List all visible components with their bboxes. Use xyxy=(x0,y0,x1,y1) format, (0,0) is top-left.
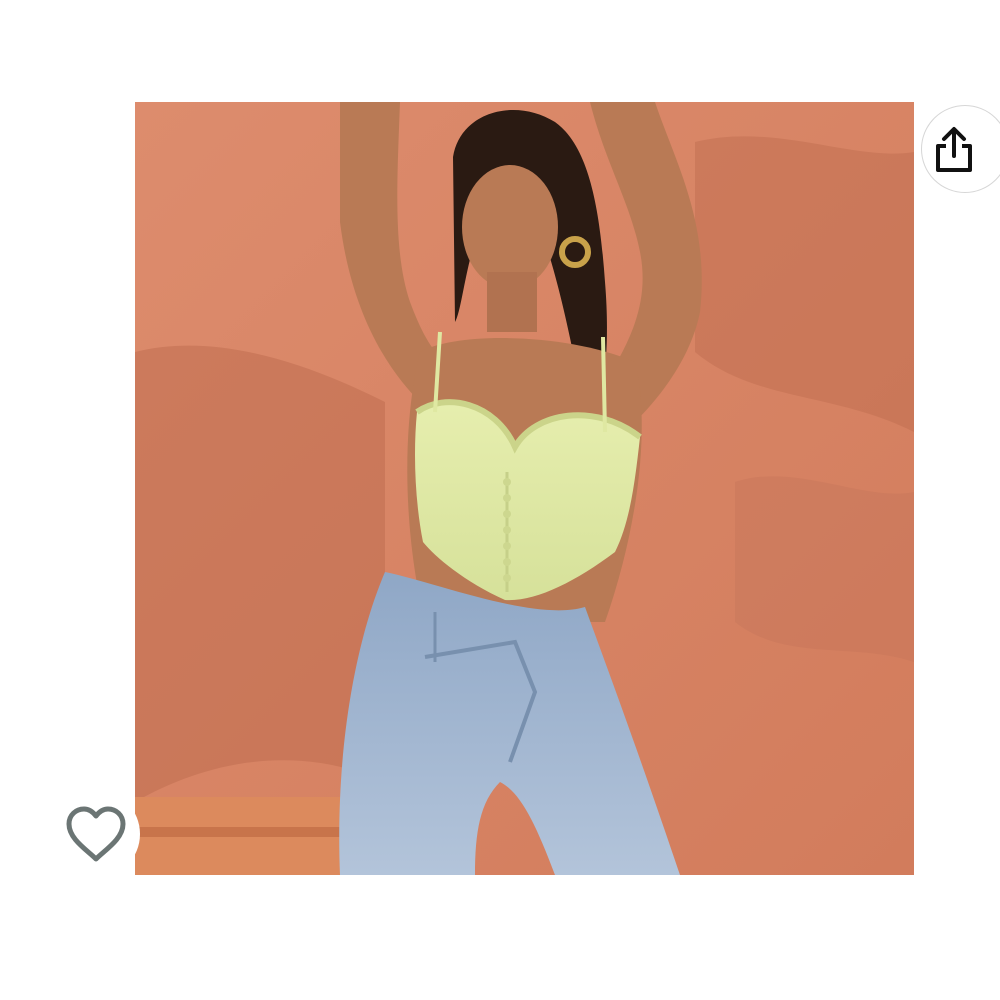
heart-outline-icon xyxy=(65,805,127,863)
product-image-viewer xyxy=(0,0,1000,1000)
share-icon xyxy=(929,124,979,174)
wishlist-button[interactable] xyxy=(52,790,140,878)
product-photo[interactable] xyxy=(135,102,914,875)
share-button[interactable] xyxy=(921,105,1000,193)
product-photo-graphic xyxy=(135,102,914,875)
